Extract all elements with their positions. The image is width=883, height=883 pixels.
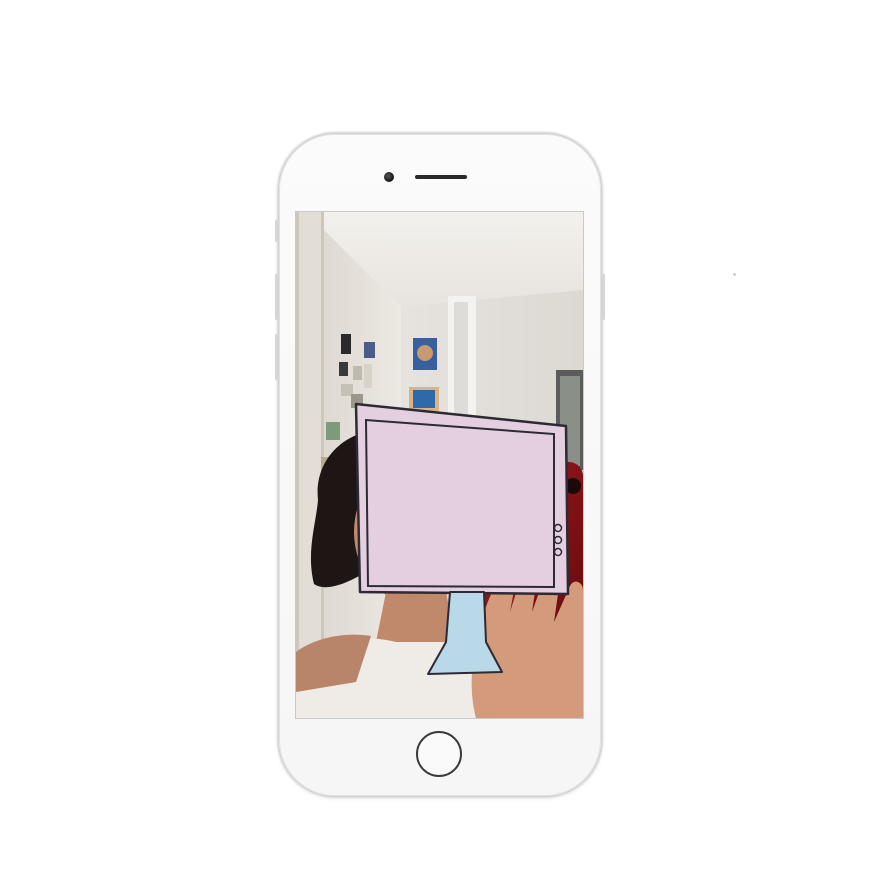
earpiece-icon xyxy=(415,175,467,179)
phone-screen[interactable] xyxy=(296,212,583,718)
stage xyxy=(0,0,883,883)
volume-down-button[interactable] xyxy=(275,334,278,380)
home-button-icon[interactable] xyxy=(416,731,462,777)
shelf-plant xyxy=(326,422,340,440)
neck xyxy=(376,592,456,642)
background-dot xyxy=(733,273,736,276)
wall-photo-5 xyxy=(364,364,372,388)
wall-photo-1 xyxy=(341,334,351,354)
wall-photo-2 xyxy=(364,342,375,358)
selfie-scene xyxy=(296,212,583,718)
wall-photo-4 xyxy=(353,366,362,380)
front-camera-icon xyxy=(384,172,394,182)
volume-up-button[interactable] xyxy=(275,274,278,320)
silent-switch[interactable] xyxy=(275,220,278,242)
power-button[interactable] xyxy=(602,274,605,320)
iphone-device xyxy=(275,134,605,796)
wall-photo-3 xyxy=(339,362,348,376)
poster-image xyxy=(413,390,435,408)
poster-face xyxy=(417,345,433,361)
